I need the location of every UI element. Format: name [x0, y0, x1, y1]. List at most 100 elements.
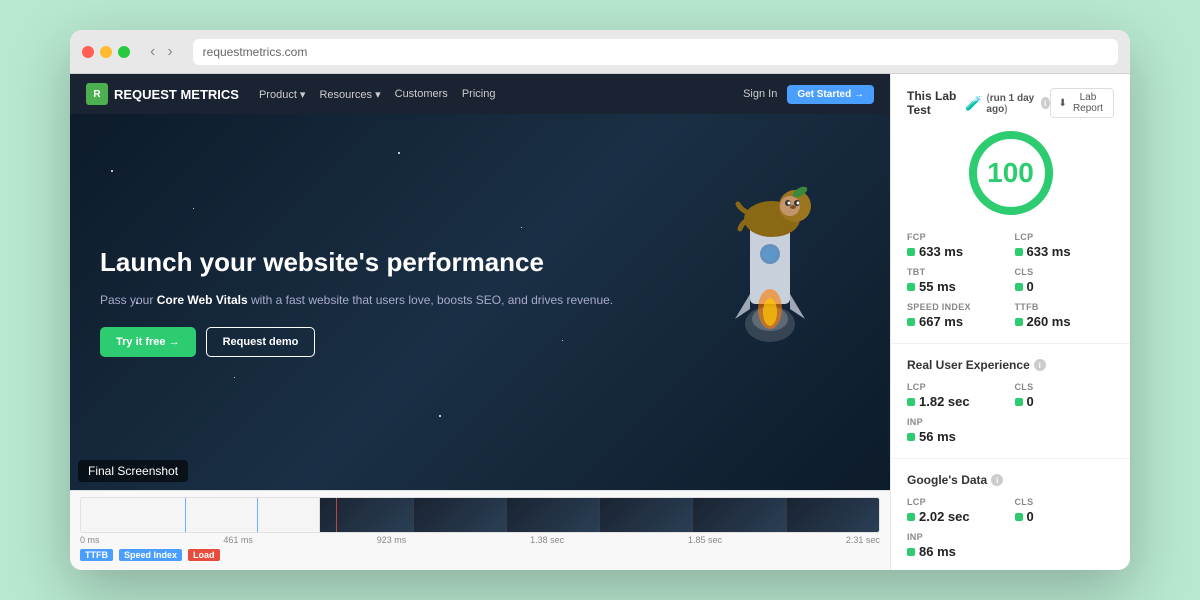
hero-text: Launch your website's performance Pass y…	[100, 247, 860, 356]
real-user-grid: LCP 1.82 sec CLS 0 INP	[907, 382, 1114, 444]
ttfb-line	[185, 498, 186, 532]
lab-test-label: This Lab Test	[907, 89, 961, 117]
hero-title: Launch your website's performance	[100, 247, 860, 278]
tbt-dot	[907, 283, 915, 291]
gd-inp-val: 86 ms	[919, 544, 956, 559]
download-icon: ⬇	[1059, 98, 1067, 109]
lcp-value: 633 ms	[1015, 244, 1115, 259]
tl-label-2: 923 ms	[377, 535, 407, 545]
back-button[interactable]: ‹	[146, 41, 159, 63]
signin-link[interactable]: Sign In	[743, 88, 777, 100]
gd-cls-label: CLS	[1015, 497, 1115, 507]
forward-button[interactable]: ›	[163, 41, 176, 63]
ru-inp-value: 56 ms	[907, 429, 1007, 444]
lab-test-info-icon[interactable]: i	[1041, 97, 1049, 109]
screenshot-label: Final Screenshot	[78, 460, 188, 482]
request-demo-button[interactable]: Request demo	[206, 327, 316, 357]
minimize-button[interactable]	[100, 46, 112, 58]
metric-cls: CLS 0	[1015, 267, 1115, 294]
ru-cls-dot	[1015, 398, 1023, 406]
cls-value: 0	[1015, 279, 1115, 294]
run-info: (run 1 day ago)	[986, 93, 1037, 115]
gd-cls-dot	[1015, 513, 1023, 521]
ttfb-dot	[1015, 318, 1023, 326]
browser-content: R REQUEST METRICS Product ▾ Resources ▾ …	[70, 74, 1130, 570]
ru-lcp-dot	[907, 398, 915, 406]
logo-text: REQUEST METRICS	[114, 87, 239, 102]
hero-buttons: Try it free → Request demo	[100, 327, 860, 357]
metrics-panel: This Lab Test 🧪 (run 1 day ago) i ⬇ Lab …	[890, 74, 1130, 570]
site-logo: R REQUEST METRICS	[86, 83, 239, 105]
gd-cls: CLS 0	[1015, 497, 1115, 524]
flask-icon: 🧪	[965, 95, 982, 112]
subtitle-end: with a fast website that users love, boo…	[248, 293, 614, 307]
real-user-info-icon[interactable]: i	[1034, 359, 1046, 371]
fcp-val-text: 633 ms	[919, 244, 963, 259]
thumb-2	[414, 498, 507, 532]
speed-index-marker: Speed Index	[119, 549, 182, 561]
ru-cls: CLS 0	[1015, 382, 1115, 409]
ru-inp-val: 56 ms	[919, 429, 956, 444]
google-data-info-icon[interactable]: i	[991, 474, 1003, 486]
metric-ttfb: TTFB 260 ms	[1015, 302, 1115, 329]
metric-speed-index: SPEED INDEX 667 ms	[907, 302, 1007, 329]
score-number: 100	[987, 157, 1034, 189]
nav-links: Product ▾ Resources ▾ Customers Pricing	[259, 88, 723, 101]
try-free-button[interactable]: Try it free →	[100, 327, 196, 357]
tl-label-4: 1.85 sec	[688, 535, 722, 545]
tl-label-5: 2.31 sec	[846, 535, 880, 545]
speed-index-dot	[907, 318, 915, 326]
gd-cls-val: 0	[1027, 509, 1034, 524]
tbt-val-text: 55 ms	[919, 279, 956, 294]
speed-index-label: SPEED INDEX	[907, 302, 1007, 312]
ttfb-value: 260 ms	[1015, 314, 1115, 329]
timeline-panel: 0 ms 461 ms 923 ms 1.38 sec 1.85 sec 2.3…	[70, 490, 890, 570]
nav-pricing[interactable]: Pricing	[462, 88, 496, 101]
vitals-grid: FCP 633 ms LCP 633 ms	[907, 232, 1114, 329]
gd-lcp-dot	[907, 513, 915, 521]
lcp-dot	[1015, 248, 1023, 256]
thumb-5	[693, 498, 786, 532]
gd-inp-label: INP	[907, 532, 1007, 542]
load-line	[336, 498, 337, 532]
hero-subtitle: Pass your Core Web Vitals with a fast we…	[100, 291, 860, 309]
fcp-dot	[907, 248, 915, 256]
address-bar[interactable]: requestmetrics.com	[193, 39, 1118, 65]
cls-val-text: 0	[1027, 279, 1034, 294]
address-text: requestmetrics.com	[203, 45, 308, 59]
logo-icon: R	[86, 83, 108, 105]
nav-resources[interactable]: Resources ▾	[319, 88, 380, 101]
subtitle-plain: Pass your	[100, 293, 157, 307]
gd-cls-value: 0	[1015, 509, 1115, 524]
ttfb-marker: TTFB	[80, 549, 113, 561]
traffic-lights	[82, 46, 130, 58]
lab-report-button[interactable]: ⬇ Lab Report	[1050, 88, 1115, 118]
lab-report-label: Lab Report	[1071, 92, 1105, 114]
gd-inp: INP 86 ms	[907, 532, 1007, 559]
nav-product[interactable]: Product ▾	[259, 88, 306, 101]
gd-lcp-label: LCP	[907, 497, 1007, 507]
nav-buttons: ‹ ›	[146, 41, 177, 63]
ru-inp: INP 56 ms	[907, 417, 1007, 444]
ru-cls-value: 0	[1015, 394, 1115, 409]
ru-lcp-label: LCP	[907, 382, 1007, 392]
speed-index-line	[257, 498, 258, 532]
google-data-grid: LCP 2.02 sec CLS 0 INP	[907, 497, 1114, 559]
maximize-button[interactable]	[118, 46, 130, 58]
lcp-val-text: 633 ms	[1027, 244, 1071, 259]
fcp-value: 633 ms	[907, 244, 1007, 259]
timeline-markers: TTFB Speed Index Load	[80, 549, 880, 561]
tl-label-0: 0 ms	[80, 535, 100, 545]
real-user-title: Real User Experience i	[907, 358, 1046, 372]
metric-fcp: FCP 633 ms	[907, 232, 1007, 259]
thumb-6	[787, 498, 879, 532]
nav-customers[interactable]: Customers	[395, 88, 448, 101]
ttfb-label: TTFB	[1015, 302, 1115, 312]
ru-inp-label: INP	[907, 417, 1007, 427]
google-data-section: Google's Data i LCP 2.02 sec CLS	[891, 459, 1130, 570]
ru-inp-dot	[907, 433, 915, 441]
gd-inp-value: 86 ms	[907, 544, 1007, 559]
gd-lcp-val: 2.02 sec	[919, 509, 970, 524]
close-button[interactable]	[82, 46, 94, 58]
get-started-button[interactable]: Get Started →	[787, 85, 874, 104]
